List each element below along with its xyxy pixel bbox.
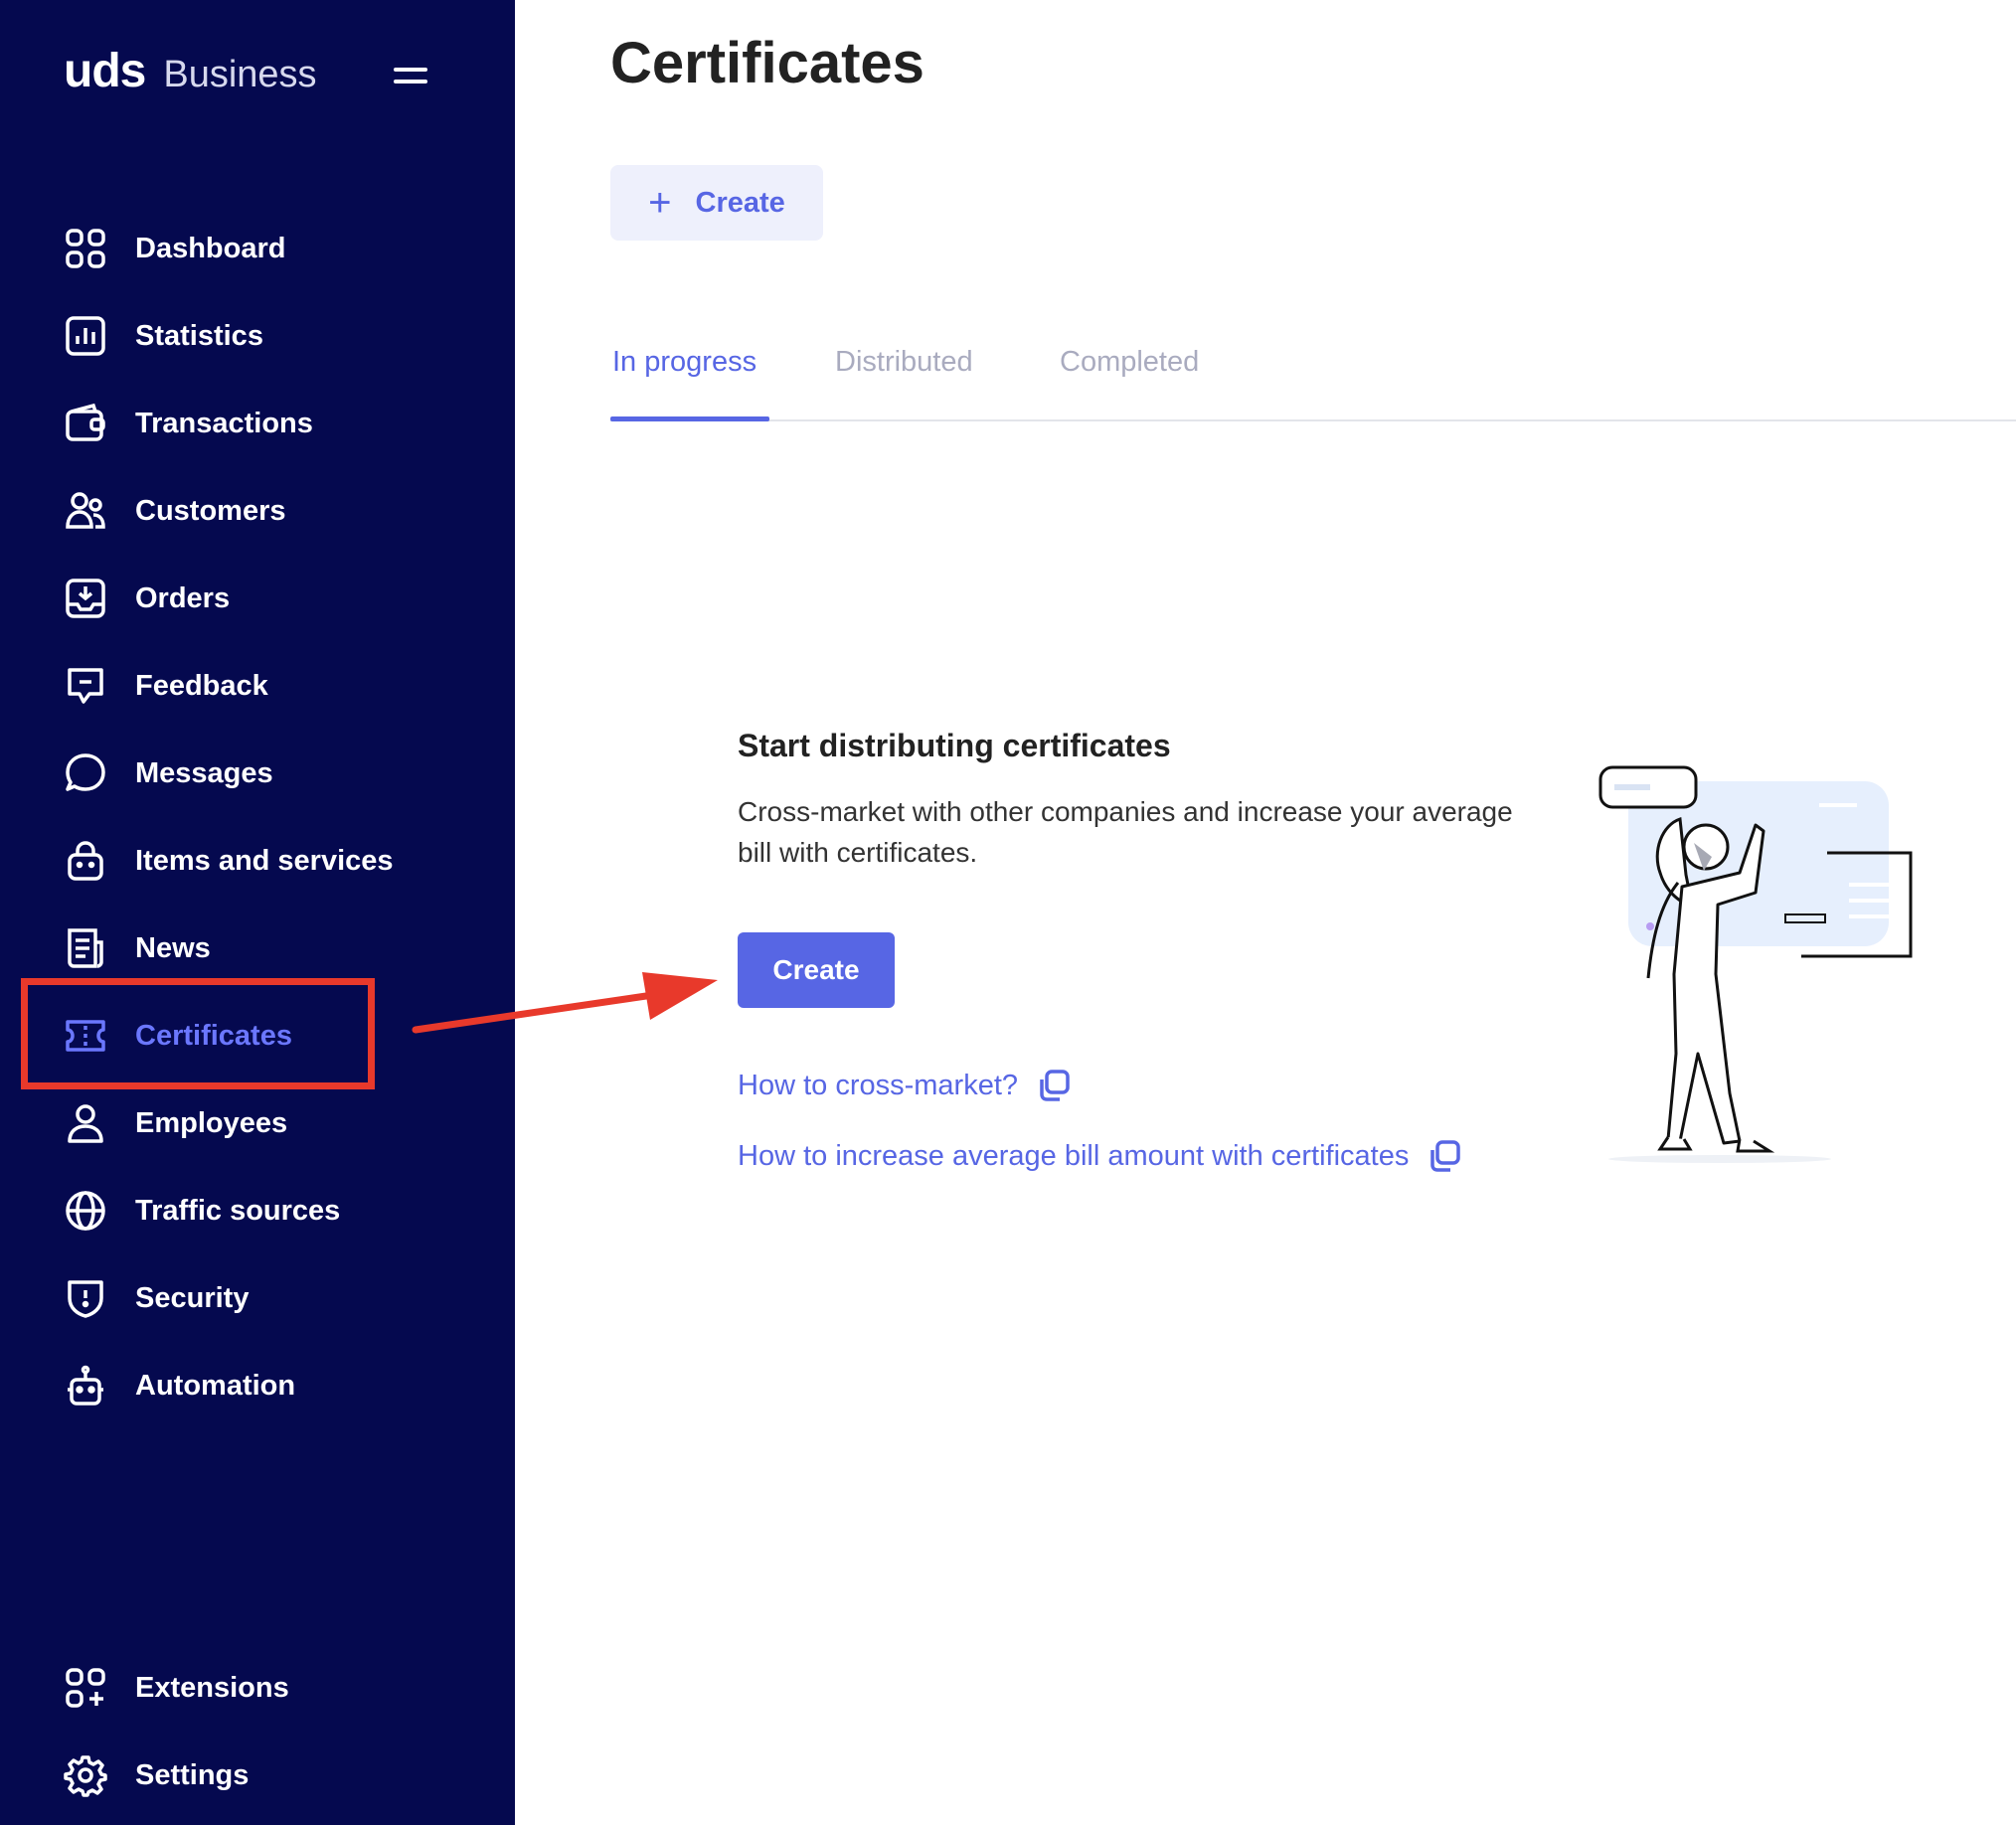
sidebar-item-label: Orders	[135, 581, 231, 614]
sidebar-item-dashboard[interactable]: Dashboard	[62, 219, 285, 278]
sidebar-item-extensions[interactable]: Extensions	[62, 1658, 289, 1718]
sidebar-item-feedback[interactable]: Feedback	[62, 656, 268, 716]
sidebar-item-label: Dashboard	[135, 232, 286, 264]
sidebar-item-label: Transactions	[135, 407, 313, 439]
copy-icon	[1040, 1070, 1070, 1101]
brand-logo[interactable]: uds Business	[64, 44, 317, 98]
tab-in-progress[interactable]: In progress	[612, 346, 756, 379]
annotation-highlight-box	[21, 978, 375, 1089]
dashboard-icon	[62, 225, 109, 272]
sidebar-item-label: Statistics	[135, 319, 263, 352]
annotation-arrow-icon	[412, 972, 718, 1034]
help-link-label: How to increase average bill amount with…	[738, 1139, 1410, 1172]
help-link-cross-market[interactable]: How to cross-market?	[738, 1068, 1072, 1103]
create-button[interactable]: + Create	[610, 165, 823, 241]
sidebar-item-label: Messages	[135, 756, 273, 789]
sidebar-item-label: Traffic sources	[135, 1194, 341, 1227]
sidebar-item-customers[interactable]: Customers	[62, 481, 286, 541]
brand-sub: Business	[163, 54, 317, 95]
customers-icon	[62, 487, 109, 535]
user-icon	[62, 1099, 109, 1147]
statistics-icon	[62, 312, 109, 360]
sidebar-item-label: Customers	[135, 494, 286, 527]
copy-icon	[1430, 1140, 1461, 1172]
sidebar-item-label: Automation	[135, 1369, 296, 1402]
sidebar-item-automation[interactable]: Automation	[62, 1356, 295, 1415]
help-link-label: How to cross-market?	[738, 1069, 1019, 1101]
sidebar-item-label: News	[135, 931, 211, 964]
shield-icon	[62, 1274, 109, 1322]
feedback-icon	[62, 662, 109, 710]
sidebar-item-security[interactable]: Security	[62, 1268, 249, 1328]
sidebar-item-label: Items and services	[135, 844, 394, 877]
sidebar-item-label: Security	[135, 1281, 250, 1314]
tab-distributed[interactable]: Distributed	[835, 346, 973, 379]
sidebar-item-messages[interactable]: Messages	[62, 744, 273, 803]
robot-icon	[62, 1362, 109, 1410]
page-title: Certificates	[610, 31, 924, 95]
extensions-icon	[62, 1664, 109, 1712]
empty-state-title: Start distributing certificates	[738, 728, 1171, 763]
sidebar-item-news[interactable]: News	[62, 918, 211, 978]
gear-icon	[62, 1751, 109, 1799]
sidebar-item-label: Feedback	[135, 669, 268, 702]
menu-toggle-icon[interactable]	[394, 64, 429, 87]
sidebar: uds Business Dashboard Statistics Transa…	[0, 0, 515, 1825]
sidebar-item-statistics[interactable]: Statistics	[62, 306, 263, 366]
tab-label: Distributed	[835, 346, 973, 378]
empty-state-create-button[interactable]: Create	[738, 932, 895, 1008]
sidebar-item-employees[interactable]: Employees	[62, 1093, 287, 1153]
sidebar-item-label: Employees	[135, 1106, 288, 1139]
shopping-bag-icon	[62, 837, 109, 885]
tab-label: In progress	[612, 346, 757, 378]
wallet-icon	[62, 400, 109, 447]
globe-icon	[62, 1187, 109, 1235]
sidebar-item-items-and-services[interactable]: Items and services	[62, 831, 394, 891]
tab-label: Completed	[1060, 346, 1200, 378]
active-tab-indicator	[610, 416, 769, 421]
tab-completed[interactable]: Completed	[1060, 346, 1199, 379]
brand-name: uds	[64, 45, 146, 97]
sidebar-item-orders[interactable]: Orders	[62, 569, 230, 628]
sidebar-item-label: Extensions	[135, 1671, 289, 1704]
chat-icon	[62, 749, 109, 797]
inbox-icon	[62, 575, 109, 622]
plus-icon: +	[648, 181, 672, 225]
sidebar-item-transactions[interactable]: Transactions	[62, 394, 313, 453]
sidebar-item-settings[interactable]: Settings	[62, 1745, 249, 1805]
woman-illustration	[1598, 765, 1913, 1163]
sidebar-item-traffic-sources[interactable]: Traffic sources	[62, 1181, 340, 1241]
sidebar-item-label: Settings	[135, 1758, 250, 1791]
newspaper-icon	[62, 924, 109, 972]
tabs: In progress Distributed Completed	[610, 328, 2016, 421]
help-link-average-bill[interactable]: How to increase average bill amount with…	[738, 1138, 1462, 1174]
empty-state-description: Cross-market with other companies and in…	[738, 796, 1513, 868]
create-button-label: Create	[695, 186, 785, 219]
